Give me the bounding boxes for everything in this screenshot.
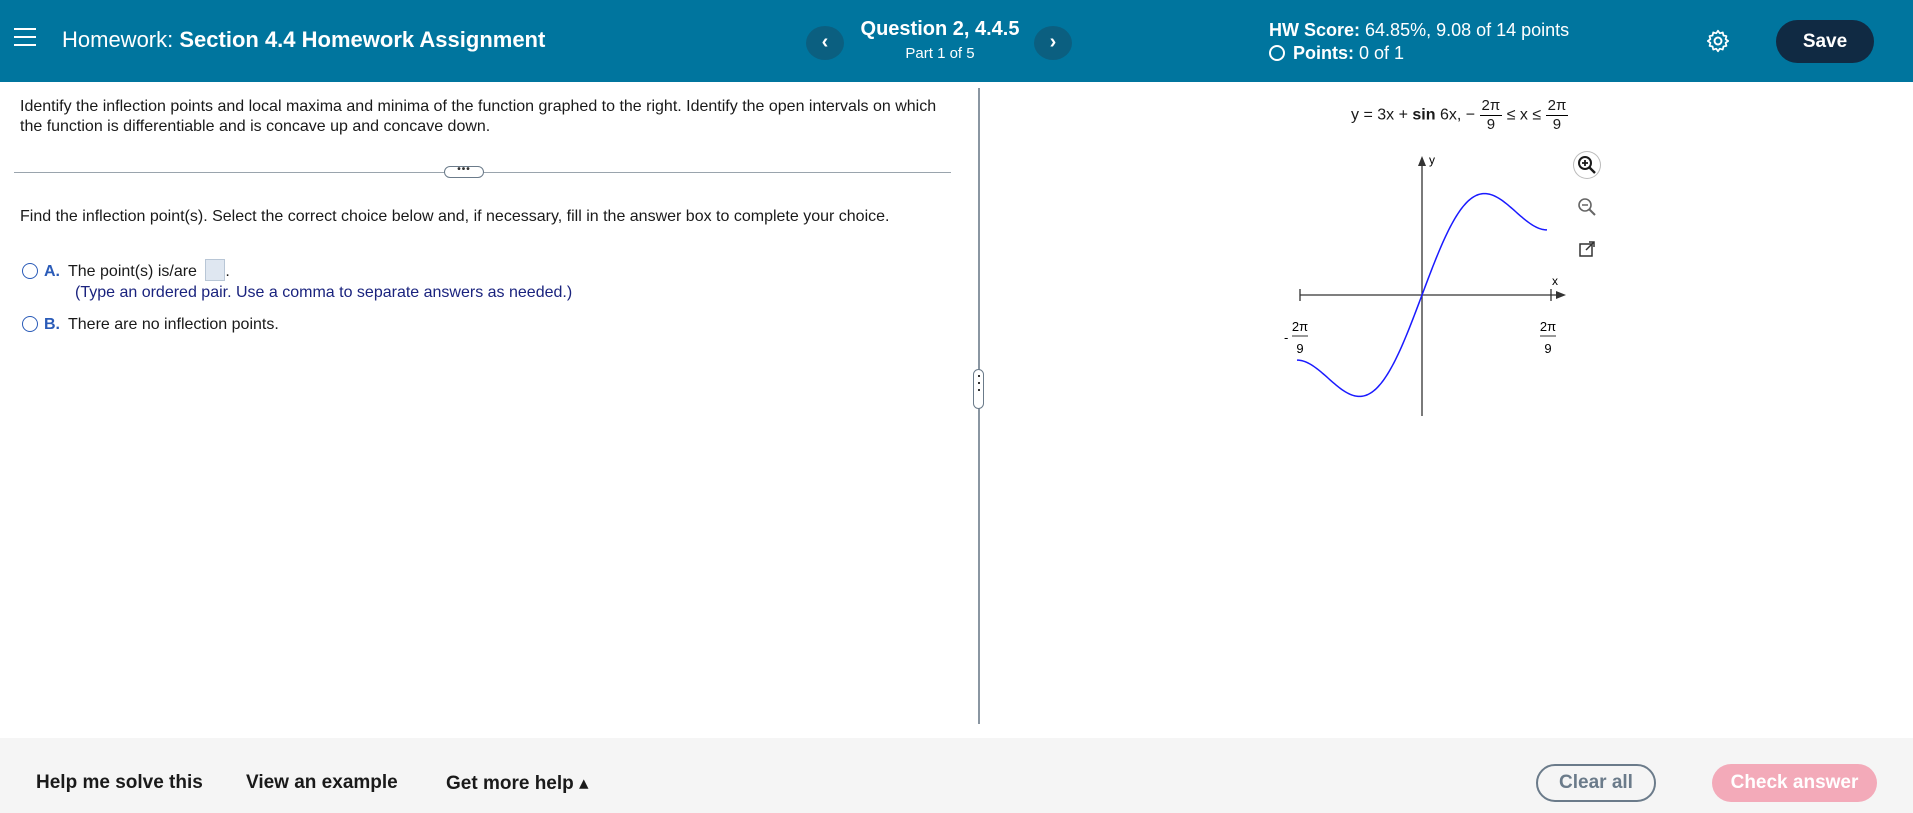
view-example-link[interactable]: View an example	[246, 772, 398, 794]
x-axis-arrow	[1556, 291, 1566, 299]
left-tick-denominator: 9	[1296, 341, 1303, 356]
next-question-button[interactable]: ›	[1034, 26, 1072, 60]
domain-lower-fraction: 2π 9	[1479, 97, 1503, 133]
points-value: 0 of 1	[1359, 43, 1405, 63]
pane-resize-handle[interactable]	[973, 369, 984, 409]
problem-intro: Identify the inflection points and local…	[20, 98, 937, 135]
choice-a-letter: A.	[44, 263, 60, 280]
equation-left: y = 3x +	[1351, 106, 1408, 124]
answer-input[interactable]	[205, 259, 226, 281]
points-label: Points:	[1293, 43, 1354, 63]
equation-sin: sin	[1412, 106, 1436, 124]
homework-prefix: Homework:	[62, 27, 174, 52]
menu-icon[interactable]	[14, 28, 36, 52]
choice-a-suffix: .	[225, 263, 230, 280]
previous-question-button[interactable]: ‹	[806, 26, 844, 60]
chevron-right-icon: ›	[1049, 31, 1057, 53]
chevron-left-icon: ‹	[821, 31, 829, 53]
right-tick-numerator: 2π	[1540, 319, 1556, 334]
function-graph: y x - 2π 9 2π 9	[1284, 153, 1566, 416]
left-tick-numerator: 2π	[1292, 319, 1308, 334]
points: Points: 0 of 1	[1269, 43, 1404, 64]
radio-choice-b[interactable]	[22, 316, 38, 332]
points-status-icon	[1269, 45, 1285, 61]
help-me-solve-link[interactable]: Help me solve this	[36, 772, 203, 794]
equation-right: 6x,	[1439, 106, 1462, 124]
y-axis-label: y	[1429, 153, 1435, 167]
x-axis-label: x	[1552, 274, 1558, 288]
save-button[interactable]: Save	[1776, 20, 1874, 63]
right-tick-denominator: 9	[1544, 341, 1551, 356]
choice-a-text: The point(s) is/are	[68, 263, 197, 280]
radio-choice-a[interactable]	[22, 263, 38, 279]
choice-b[interactable]: B. There are no inflection points.	[22, 316, 279, 334]
choice-a[interactable]: A. The point(s) is/are .	[22, 259, 230, 281]
choice-b-letter: B.	[44, 316, 60, 333]
hw-score: HW Score: 64.85%, 9.08 of 14 points	[1269, 20, 1569, 41]
domain-inequality: ≤ x ≤	[1506, 106, 1542, 124]
domain-upper-fraction: 2π 9	[1545, 97, 1569, 133]
expand-button[interactable]: •••	[444, 165, 484, 178]
gear-icon[interactable]	[1705, 28, 1731, 54]
choice-b-text: There are no inflection points.	[68, 316, 279, 333]
question-prompt: Find the inflection point(s). Select the…	[20, 208, 890, 225]
question-title: Question 2, 4.4.5	[860, 18, 1020, 40]
function-label: y = 3x + sin 6x, − 2π 9 ≤ x ≤ 2π 9	[1351, 97, 1569, 134]
hw-score-value: 64.85%, 9.08 of 14 points	[1365, 20, 1570, 40]
check-answer-button[interactable]: Check answer	[1712, 764, 1877, 802]
homework-title: Homework: Section 4.4 Homework Assignmen…	[62, 27, 545, 53]
question-part: Part 1 of 5	[905, 45, 975, 62]
get-more-help-link[interactable]: Get more help ▴	[446, 772, 589, 795]
clear-all-button[interactable]: Clear all	[1536, 764, 1656, 802]
answer-hint: (Type an ordered pair. Use a comma to se…	[75, 284, 573, 301]
left-tick-sign: -	[1284, 330, 1288, 345]
y-axis-arrow	[1418, 156, 1426, 166]
homework-name: Section 4.4 Homework Assignment	[179, 27, 546, 52]
zoom-in-icon[interactable]	[1574, 152, 1600, 178]
zoom-out-icon[interactable]	[1574, 194, 1600, 220]
hw-score-label: HW Score:	[1269, 20, 1361, 40]
top-bar: Homework: Section 4.4 Homework Assignmen…	[0, 0, 1913, 82]
pop-out-icon[interactable]	[1574, 236, 1600, 262]
domain-neg-sign: −	[1465, 106, 1476, 124]
